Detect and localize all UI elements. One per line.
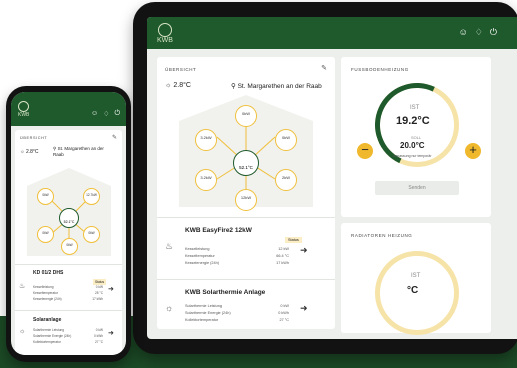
boiler-row: Kesselenergie (24h) 17 kWh bbox=[185, 261, 289, 265]
node-top[interactable]: 0kW bbox=[235, 105, 257, 127]
chevron-right-icon[interactable]: ➜ bbox=[300, 303, 308, 314]
phone-node-right-bottom[interactable]: 0kW bbox=[83, 226, 100, 243]
soll-value: 20.0°C bbox=[400, 141, 425, 150]
phone-boiler-title: KD 01/2 DHS bbox=[33, 270, 64, 276]
solar-icon: ☼ bbox=[165, 303, 174, 313]
phone-node-left-bottom[interactable]: 0kW bbox=[37, 226, 54, 243]
power-icon[interactable]: ⏻ bbox=[114, 110, 120, 118]
logo-mark-icon bbox=[157, 23, 172, 37]
phone-solar-row: Solarthermie Leistung 0 kW bbox=[33, 328, 103, 332]
tablet-header: KWB ☺ ♢ ⏻ bbox=[147, 17, 517, 49]
floor-heating-card: Fußbodenheizung IST 19.2°C SOLL 20.0°C A… bbox=[341, 57, 491, 217]
phone-node-bottom[interactable]: 0kW bbox=[61, 238, 78, 255]
solar-icon: ☼ bbox=[19, 328, 26, 335]
ist-value: 19.2°C bbox=[396, 115, 430, 127]
phone-brand-logo[interactable]: KWB bbox=[18, 101, 29, 118]
radiator-card: Radiatoren Heizung IST °C bbox=[341, 223, 491, 335]
node-left-top[interactable]: 3.2kW bbox=[195, 129, 217, 151]
phone-boiler-row: Kesselenergie (24h) 17 kWh bbox=[33, 297, 103, 301]
phone-brand-name: KWB bbox=[18, 112, 30, 118]
temporary-note: Anpassung nur temporär bbox=[393, 154, 432, 158]
phone-storage-tank-node[interactable]: 52.1°C bbox=[59, 208, 79, 228]
phone-header: KWB ☺ ♢ ⏻ bbox=[11, 92, 126, 126]
bell-icon[interactable]: ♢ bbox=[475, 27, 483, 38]
chevron-right-icon[interactable]: ➜ bbox=[300, 245, 308, 256]
soll-label: SOLL bbox=[411, 135, 422, 140]
brand-name: KWB bbox=[157, 37, 173, 44]
phone-solar-title: Solaranlage bbox=[33, 317, 62, 323]
solar-title: KWB Solarthermie Anlage bbox=[185, 289, 266, 296]
power-icon[interactable]: ⏻ bbox=[490, 27, 497, 38]
phone-solar-row: Kollektortemperatur 27 °C bbox=[33, 340, 103, 344]
boiler-title: KWB EasyFire2 12kW bbox=[185, 227, 252, 234]
ist-label: IST bbox=[410, 105, 420, 111]
boiler-status-badge: Status bbox=[285, 237, 302, 243]
chevron-right-icon[interactable]: ➜ bbox=[108, 285, 114, 293]
radiator-ist-label: IST bbox=[411, 273, 421, 279]
bell-icon[interactable]: ♢ bbox=[103, 110, 109, 118]
tablet-screen: KWB ☺ ♢ ⏻ Übersicht ✎ ☼ 2.8°C ⚲ St. Marg… bbox=[147, 17, 517, 339]
phone-boiler-row: Kesselleistung 0 kW bbox=[33, 285, 103, 289]
phone-device: KWB ☺ ♢ ⏻ Übersicht ✎ ☼ 2.8°C ⚲ St. Marg… bbox=[6, 86, 131, 362]
boiler-icon: ♨ bbox=[165, 241, 174, 251]
storage-tank-node[interactable]: 52.1°C bbox=[233, 150, 259, 176]
node-left-bottom[interactable]: 3.2kW bbox=[195, 169, 217, 191]
floor-heating-title: Fußbodenheizung bbox=[351, 67, 409, 72]
node-bottom[interactable]: 12kW bbox=[235, 189, 257, 211]
logo-mark-icon bbox=[18, 101, 30, 112]
phone-solar-row: Solarthermie Energie (24h) 0 kWh bbox=[33, 334, 103, 338]
phone-boiler-row: Kesseltemperatur 25 °C bbox=[33, 291, 103, 295]
phone-overview-card: Übersicht ✎ ☼ 2.8°C ⚲ St. Margarethen an… bbox=[15, 130, 122, 355]
user-icon[interactable]: ☺ bbox=[459, 27, 468, 38]
user-icon[interactable]: ☺ bbox=[91, 110, 98, 118]
send-button[interactable]: Senden bbox=[375, 181, 459, 195]
phone-screen: KWB ☺ ♢ ⏻ Übersicht ✎ ☼ 2.8°C ⚲ St. Marg… bbox=[11, 92, 126, 355]
solar-row: Solarthermie Leistung 0 kW bbox=[185, 304, 289, 308]
phone-node-left[interactable]: 0kW bbox=[37, 188, 54, 205]
increase-button[interactable]: + bbox=[465, 143, 481, 159]
overview-card: Übersicht ✎ ☼ 2.8°C ⚲ St. Margarethen an… bbox=[157, 57, 335, 329]
solar-row: Kollektortemperatur 27 °C bbox=[185, 318, 289, 322]
node-right-top[interactable]: 0kW bbox=[275, 129, 297, 151]
decrease-button[interactable]: − bbox=[357, 143, 373, 159]
solar-row: Solarthermie Energie (24h) 0 kWh bbox=[185, 311, 289, 315]
radiator-title: Radiatoren Heizung bbox=[351, 233, 413, 238]
phone-node-right[interactable]: 12.7kW bbox=[83, 188, 100, 205]
brand-logo[interactable]: KWB bbox=[157, 23, 173, 44]
boiler-row: Kesselleistung 12 kW bbox=[185, 247, 289, 251]
tablet-device: KWB ☺ ♢ ⏻ Übersicht ✎ ☼ 2.8°C ⚲ St. Marg… bbox=[133, 2, 517, 354]
node-right-bottom[interactable]: 2kW bbox=[275, 169, 297, 191]
chevron-right-icon[interactable]: ➜ bbox=[108, 329, 114, 337]
boiler-icon: ♨ bbox=[19, 283, 26, 290]
boiler-row: Kesseltemperatur 66.4 °C bbox=[185, 254, 289, 258]
radiator-ist-value: °C bbox=[407, 285, 419, 296]
